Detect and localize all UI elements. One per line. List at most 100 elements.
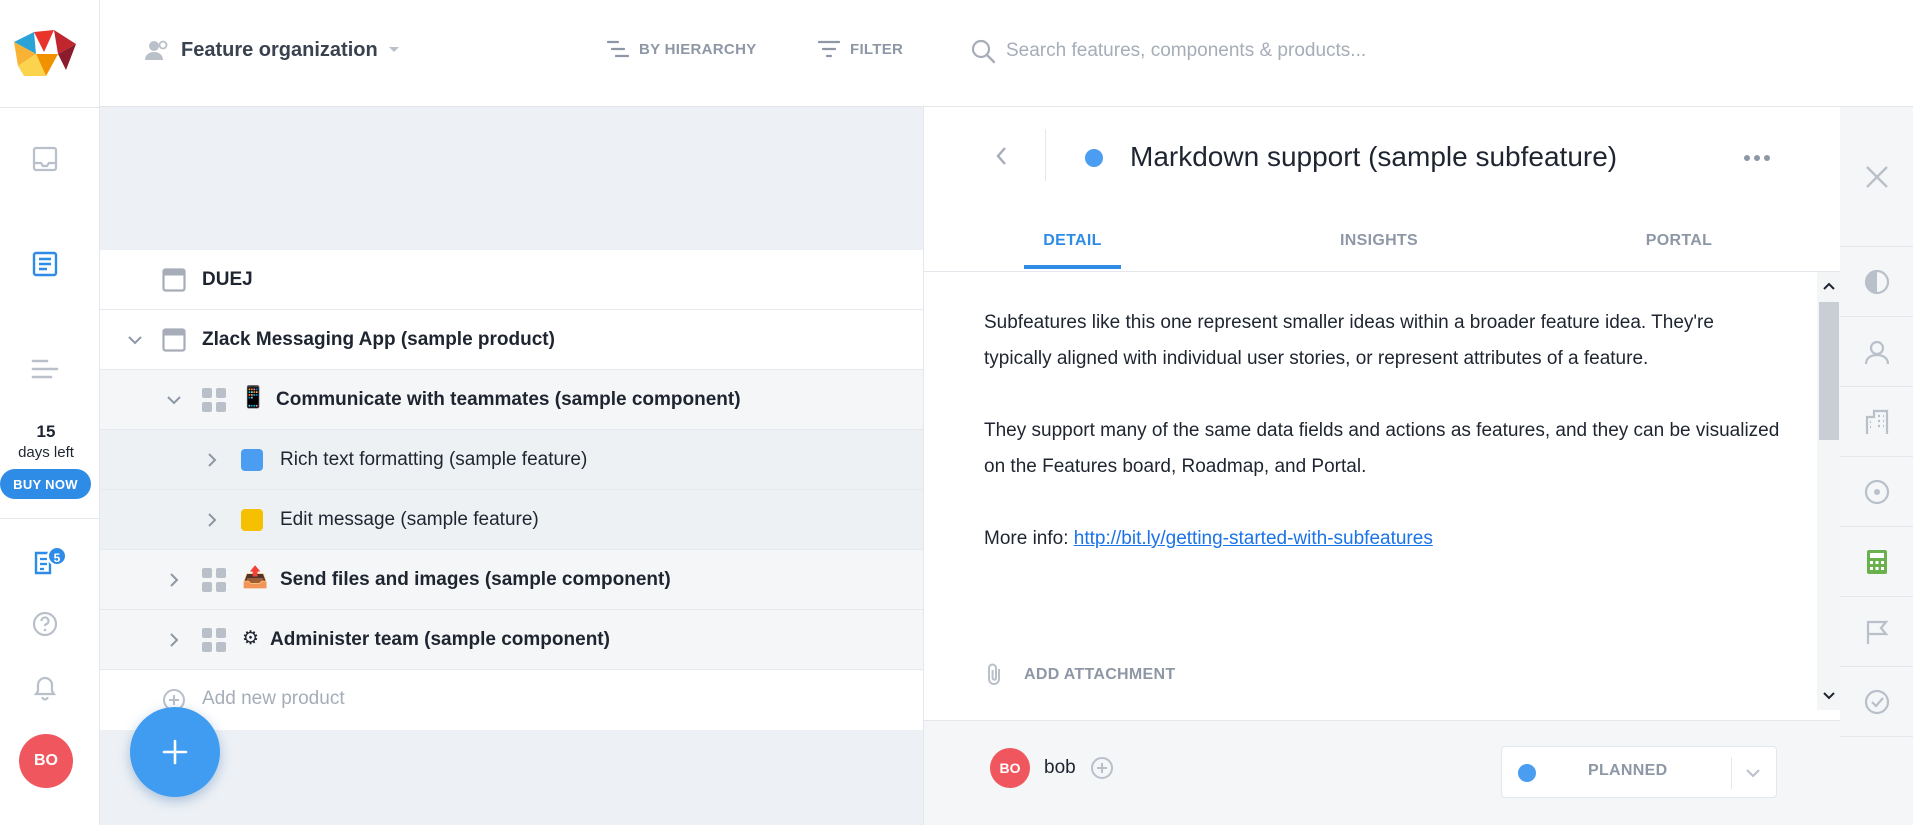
tab-portal[interactable]: PORTAL [1634,232,1724,272]
target-icon[interactable] [1840,457,1913,527]
tree-row-component[interactable]: ⚙ Administer team (sample component) [100,610,923,670]
tree-row-feature[interactable]: Rich text formatting (sample feature) [100,430,923,490]
component-icon [202,628,226,652]
help-icon[interactable] [28,607,62,641]
tree-row-feature[interactable]: Edit message (sample feature) [100,490,923,550]
close-icon[interactable] [1840,107,1913,247]
tree-row-label: Send files and images (sample component) [280,568,671,590]
more-info-line: More info: http://bit.ly/getting-started… [984,521,1784,557]
tree-row-product[interactable]: DUEJ [100,250,923,310]
tab-insights[interactable]: INSIGHTS [1329,232,1429,272]
person-icon[interactable] [1840,317,1913,387]
search-input[interactable] [1006,40,1526,62]
more-info-link[interactable]: http://bit.ly/getting-started-with-subfe… [1074,528,1433,549]
add-new-product-label: Add new product [202,688,345,709]
component-emoji: 📱 [240,386,267,409]
inbox-icon[interactable] [28,142,62,176]
chevron-right-icon[interactable] [204,452,220,468]
trial-days-label: days left [18,444,74,461]
component-icon [202,388,226,412]
buy-now-button[interactable]: BUY NOW [0,469,91,499]
owner-field[interactable]: BO bob [990,748,1114,788]
status-label: PLANNED [1588,762,1668,779]
component-emoji: ⚙ [242,628,260,649]
user-avatar[interactable]: BO [19,734,73,788]
feature-color-swatch [241,449,263,471]
add-attachment-button[interactable]: ADD ATTACHMENT [984,662,1175,688]
active-tab-indicator [1024,265,1121,269]
flag-icon[interactable] [1840,597,1913,667]
board-name: Feature organization [181,38,378,61]
scrollbar[interactable] [1817,272,1841,710]
tree-row-component[interactable]: 📤 Send files and images (sample componen… [100,550,923,610]
add-new-product-row[interactable]: Add new product [100,670,923,730]
roadmap-icon[interactable] [28,352,62,386]
detail-title[interactable]: Markdown support (sample subfeature) [1130,141,1617,173]
component-emoji: 📤 [242,566,269,589]
trial-days: 15 [36,422,56,441]
notification-count-badge: 5 [47,546,67,566]
product-icon [162,328,186,352]
right-tool-rail [1840,107,1913,825]
tree-row-label: Edit message (sample feature) [280,508,539,530]
people-icon [145,40,168,60]
header-divider [1045,129,1046,181]
chevron-right-icon[interactable] [166,572,182,588]
plus-icon [162,739,188,765]
filter-label: FILTER [850,40,904,58]
tree-row-component[interactable]: 📱 Communicate with teammates (sample com… [100,370,923,430]
add-button[interactable] [130,707,220,797]
search-bar [970,38,1526,64]
add-attachment-label: ADD ATTACHMENT [1024,666,1176,683]
check-circle-icon[interactable] [1840,667,1913,737]
search-icon [971,39,996,64]
filter-icon [818,40,840,58]
feature-color-swatch [241,509,263,531]
owner-avatar: BO [990,748,1030,788]
app-logo[interactable] [14,30,76,76]
chevron-right-icon[interactable] [166,632,182,648]
rail-divider [0,518,100,519]
trial-counter: 15 days left [0,422,92,461]
add-owner-icon[interactable] [1090,756,1114,780]
description-paragraph: Subfeatures like this one represent smal… [984,312,1714,369]
tree-row-label: DUEJ [202,268,253,290]
by-hierarchy-button[interactable]: BY HIERARCHY [607,40,757,58]
building-icon[interactable] [1840,387,1913,457]
hierarchy-icon [607,40,629,58]
feature-tree: DUEJ Zlack Messaging App (sample product… [100,250,923,730]
chevron-down-icon[interactable] [127,332,143,348]
chevron-down-icon [1746,769,1760,778]
tree-row-label: Rich text formatting (sample feature) [280,448,588,470]
status-dot [1518,764,1536,782]
description-paragraph: They support many of the same data field… [984,420,1780,477]
status-dot [1085,149,1103,167]
description-body[interactable]: Subfeatures like this one represent smal… [984,305,1784,593]
top-toolbar: Feature organization BY HIERARCHY FILTER [100,0,1913,107]
filter-button[interactable]: FILTER [818,40,903,58]
owner-name: bob [1044,757,1076,778]
more-options-icon[interactable] [1744,155,1770,161]
calculator-icon[interactable] [1840,527,1913,597]
scroll-up-icon[interactable] [1821,278,1837,294]
tree-row-label: Communicate with teammates (sample compo… [276,388,741,410]
pie-chart-icon[interactable] [1840,247,1913,317]
tree-row-label: Administer team (sample component) [270,628,610,650]
paperclip-icon [988,663,1000,685]
bell-icon[interactable] [28,671,62,705]
document-list-icon[interactable] [28,247,62,281]
detail-footer: BO bob PLANNED [924,720,1841,825]
tree-row-product[interactable]: Zlack Messaging App (sample product) [100,310,923,370]
product-icon [162,268,186,292]
scroll-down-icon[interactable] [1821,688,1837,704]
tree-row-label: Zlack Messaging App (sample product) [202,328,555,350]
component-icon [202,568,226,592]
left-nav-rail: 15 days left BUY NOW 5 BO [0,0,100,825]
more-info-prefix: More info: [984,528,1074,549]
status-dropdown[interactable]: PLANNED [1501,746,1777,798]
back-arrow-icon[interactable] [994,145,1008,167]
board-selector[interactable]: Feature organization [145,38,400,62]
chevron-down-icon[interactable] [166,392,182,408]
scrollbar-thumb[interactable] [1819,302,1839,440]
chevron-right-icon[interactable] [204,512,220,528]
